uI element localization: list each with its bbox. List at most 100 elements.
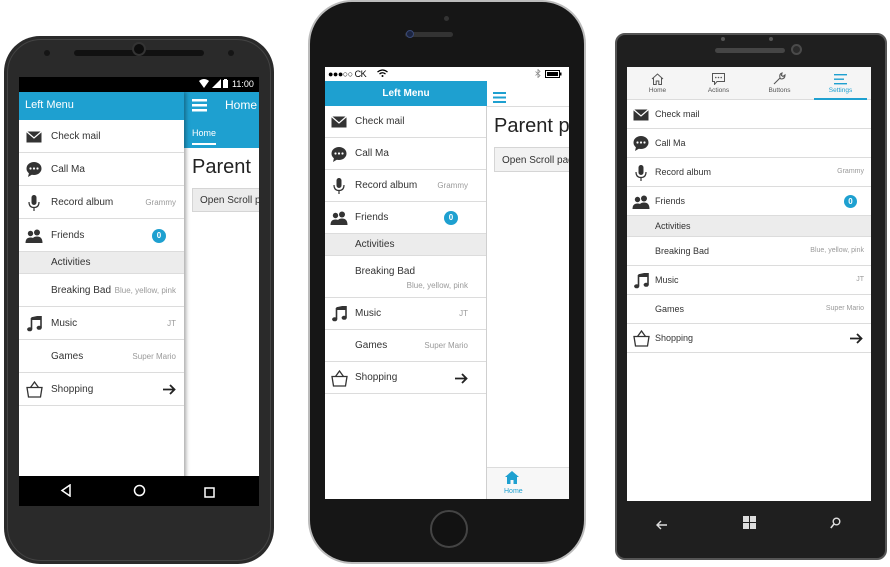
menu-item-label: Call Ma bbox=[355, 148, 389, 159]
menu-item-check-mail[interactable]: Check mail bbox=[627, 100, 871, 129]
menu-item-call-ma[interactable]: Call Ma bbox=[325, 138, 486, 170]
menu-item-call-ma[interactable]: Call Ma bbox=[627, 129, 871, 158]
tab-home[interactable]: Home bbox=[487, 468, 537, 499]
menu-item-label: Games bbox=[355, 340, 388, 351]
menu-item-label: Activities bbox=[355, 239, 395, 250]
menu-item-label: Check mail bbox=[51, 131, 101, 142]
menu-item-breaking-bad[interactable]: Breaking Bad Blue, yellow, pink bbox=[325, 256, 486, 298]
menu-item-games[interactable]: Games Super Mario bbox=[19, 340, 184, 373]
menu-item-detail: JT bbox=[167, 319, 176, 328]
tab-label: Settings bbox=[828, 87, 853, 94]
earpiece bbox=[715, 48, 785, 53]
menu-item-detail: Blue, yellow, pink bbox=[114, 286, 176, 295]
status-time: 11:00 bbox=[232, 79, 254, 89]
menu-item-record-album[interactable]: Record album Grammy bbox=[325, 170, 486, 202]
bluetooth-icon bbox=[535, 68, 541, 80]
menu-item-label: Friends bbox=[355, 212, 389, 223]
android-device: 11:00 Home Home Parent Open Scroll p Lef… bbox=[4, 36, 274, 567]
menu-item-music[interactable]: Music JT bbox=[19, 307, 184, 340]
menu-item-detail: Super Mario bbox=[424, 341, 468, 350]
menu-item-label: Activities bbox=[655, 221, 691, 231]
menu-item-games[interactable]: Games Super Mario bbox=[627, 295, 871, 324]
music-icon bbox=[328, 298, 350, 330]
section-header-activities: Activities bbox=[325, 234, 486, 256]
tab-actions[interactable]: Actions bbox=[688, 67, 749, 100]
menu-item-label: Music bbox=[655, 275, 679, 285]
home-button[interactable] bbox=[430, 510, 468, 548]
menu-item-label: Music bbox=[51, 318, 78, 329]
home-icon bbox=[505, 471, 519, 489]
count-badge: 0 bbox=[844, 195, 857, 208]
menu-item-record-album[interactable]: Record album Grammy bbox=[627, 158, 871, 187]
menu-item-label: Shopping bbox=[51, 384, 94, 395]
chat-icon bbox=[328, 138, 350, 170]
menu-item-breaking-bad[interactable]: Breaking Bad Blue, yellow, pink bbox=[19, 274, 184, 307]
menu-item-call-ma[interactable]: Call Ma bbox=[19, 153, 184, 186]
bag-icon bbox=[328, 362, 350, 394]
recents-icon[interactable] bbox=[204, 485, 215, 503]
menu-item-detail: JT bbox=[459, 309, 468, 318]
tab-label: Actions bbox=[707, 87, 730, 94]
menu-item-shopping[interactable]: Shopping bbox=[627, 324, 871, 353]
arrow-right-icon bbox=[849, 324, 863, 353]
music-icon bbox=[23, 307, 45, 340]
microphone-icon bbox=[630, 158, 652, 187]
menu-item-label: Games bbox=[655, 304, 685, 314]
arrow-right-icon bbox=[454, 362, 468, 394]
carrier-label: ●●●○○ CK bbox=[328, 69, 367, 79]
drawer-menu: Check mail Call Ma Record album Grammy Frien… bbox=[19, 120, 184, 406]
menu-item-friends[interactable]: Friends 0 bbox=[325, 202, 486, 234]
back-arrow-icon[interactable] bbox=[656, 517, 668, 535]
menu-item-check-mail[interactable]: Check mail bbox=[19, 120, 184, 153]
open-scroll-button[interactable]: Open Scroll p bbox=[192, 188, 259, 212]
page-heading: Parent bbox=[192, 156, 251, 178]
menu-item-check-mail[interactable]: Check mail bbox=[325, 106, 486, 138]
menu-item-label: Record album bbox=[355, 180, 418, 191]
hamburger-icon[interactable] bbox=[192, 99, 207, 117]
tab-home[interactable]: Home bbox=[192, 128, 217, 145]
count-badge: 0 bbox=[444, 211, 458, 225]
tab-settings[interactable]: Settings bbox=[810, 67, 871, 100]
bag-icon bbox=[23, 373, 45, 406]
main-title: Home bbox=[225, 98, 258, 112]
menu-item-shopping[interactable]: Shopping bbox=[325, 362, 486, 394]
menu-item-label: Breaking Bad bbox=[355, 266, 416, 277]
menu-item-detail: Blue, yellow, pink bbox=[406, 281, 468, 290]
menu-item-friends[interactable]: Friends 0 bbox=[19, 219, 184, 252]
section-header-activities: Activities bbox=[627, 216, 871, 237]
menu-item-label: Record album bbox=[655, 167, 712, 177]
iphone-device: ●●●○○ CK Parent p Open Scroll pag Home L… bbox=[308, 0, 586, 567]
open-scroll-button[interactable]: Open Scroll pag bbox=[494, 147, 569, 172]
menu-item-shopping[interactable]: Shopping bbox=[19, 373, 184, 406]
menu-item-music[interactable]: Music JT bbox=[325, 298, 486, 330]
battery-icon bbox=[545, 70, 562, 80]
tab-bar: Home bbox=[184, 120, 259, 148]
page-heading: Parent p bbox=[494, 115, 569, 137]
menu-item-music[interactable]: Music JT bbox=[627, 266, 871, 295]
iphone-screen: ●●●○○ CK Parent p Open Scroll pag Home L… bbox=[325, 67, 569, 499]
microphone-icon bbox=[23, 186, 45, 219]
front-camera bbox=[132, 42, 146, 56]
section-header-activities: Activities bbox=[19, 252, 184, 274]
front-camera bbox=[406, 30, 414, 38]
search-icon[interactable] bbox=[830, 516, 841, 534]
drawer-header: Left Menu bbox=[325, 81, 487, 106]
tab-label: Buttons bbox=[768, 87, 791, 94]
tab-buttons[interactable]: Buttons bbox=[749, 67, 810, 100]
menu-item-label: Friends bbox=[655, 196, 686, 206]
tab-bar: Home bbox=[487, 467, 569, 499]
drawer-title: Left Menu bbox=[382, 88, 430, 99]
back-icon[interactable] bbox=[60, 483, 72, 502]
left-drawer: Left Menu Check mail Call Ma Record album G… bbox=[325, 81, 487, 499]
menu-item-breaking-bad[interactable]: Breaking Bad Blue, yellow, pink bbox=[627, 237, 871, 266]
people-icon bbox=[328, 202, 350, 234]
tab-home[interactable]: Home bbox=[627, 67, 688, 100]
home-circle-icon[interactable] bbox=[133, 484, 146, 502]
menu-item-friends[interactable]: Friends 0 bbox=[627, 187, 871, 216]
settings-menu: Check mail Call Ma Record album Grammy Frien… bbox=[627, 100, 871, 353]
menu-item-label: Check mail bbox=[655, 109, 700, 119]
menu-item-games[interactable]: Games Super Mario bbox=[325, 330, 486, 362]
menu-item-record-album[interactable]: Record album Grammy bbox=[19, 186, 184, 219]
drawer-menu: Check mail Call Ma Record album Grammy Frien… bbox=[325, 106, 486, 394]
windows-logo-icon[interactable] bbox=[743, 516, 756, 534]
